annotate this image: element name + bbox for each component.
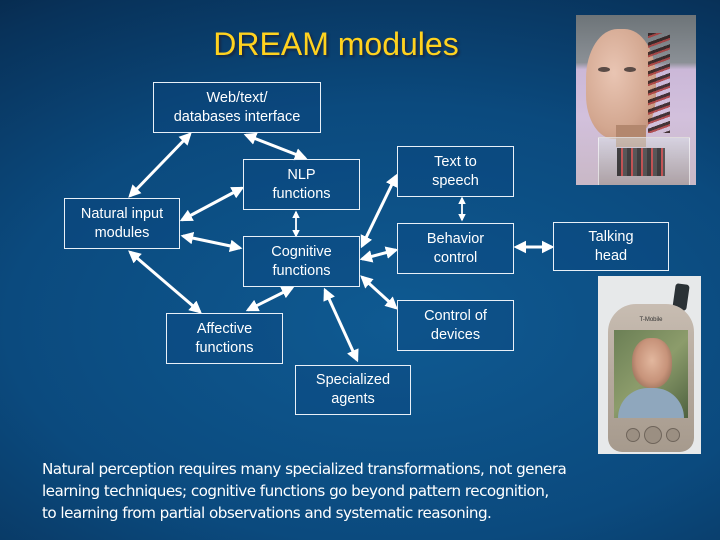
module-behavior-control: Behavior control: [397, 223, 514, 274]
caption-line: to learning from partial observations an…: [42, 504, 492, 522]
module-natural-input: Natural input modules: [64, 198, 180, 249]
module-label: Specialized: [315, 372, 391, 388]
module-web-text-databases: Web/text/ databases interface: [153, 82, 321, 133]
module-label: control: [433, 249, 478, 266]
pda-body: T-Mobile: [608, 304, 694, 452]
module-label: devices: [430, 326, 481, 343]
robot-base: [598, 137, 690, 185]
robot-eye: [624, 67, 636, 72]
arrow-cognitive-affective: [245, 286, 295, 312]
module-cognitive: Cognitive functions: [243, 236, 360, 287]
pda-button: [666, 428, 680, 442]
arrow-cognitive-tts: [360, 173, 398, 249]
robot-face: [586, 29, 656, 139]
module-label: Web/text/: [206, 89, 268, 106]
robot-head-photo: [576, 15, 696, 185]
module-label: speech: [432, 172, 479, 189]
robot-wires: [648, 33, 670, 133]
arrow-natural-input-nlp: [179, 186, 245, 222]
module-specialized-agents: Specialized agents: [295, 365, 411, 415]
module-label: functions: [195, 339, 254, 356]
caption-line: Natural perception requires many special…: [42, 460, 567, 478]
caption-line: learning techniques; cognitive functions…: [42, 482, 549, 500]
module-affective: Affective functions: [166, 313, 283, 364]
arrow-natural-input-cognitive: [180, 231, 243, 253]
slide-caption: Natural perception requires many special…: [42, 458, 662, 524]
arrow-natural-input-affective: [128, 250, 202, 314]
arrow-cognitive-specialized: [323, 287, 359, 363]
module-label: Text to: [434, 153, 477, 170]
pda-photo: T-Mobile: [598, 276, 701, 454]
pda-dpad: [644, 426, 662, 444]
module-label: Cognitive: [271, 243, 332, 260]
arrow-cognitive-devices: [360, 275, 398, 310]
person-face: [632, 338, 672, 388]
arrow-cognitive-behavior: [359, 246, 399, 263]
module-label: modules: [94, 224, 150, 241]
module-label: Behavior: [426, 230, 485, 247]
module-label: Talking: [588, 228, 634, 245]
person-shirt: [618, 388, 684, 418]
module-label: agents: [331, 391, 375, 407]
module-label: functions: [272, 262, 331, 279]
module-nlp: NLP functions: [243, 159, 360, 210]
module-control-of-devices: Control of devices: [397, 300, 514, 351]
module-talking-head: Talking head: [553, 222, 669, 271]
arrow-web-natural-input: [128, 132, 192, 198]
module-label: functions: [272, 185, 331, 202]
module-label: Natural input: [80, 205, 164, 222]
pda-screen: [614, 330, 688, 418]
arrow-web-nlp: [243, 132, 308, 161]
pda-brand: T-Mobile: [639, 317, 663, 323]
module-label: NLP: [287, 166, 316, 183]
module-label: Control of: [424, 307, 487, 324]
module-label: Affective: [196, 320, 253, 337]
module-label: head: [594, 247, 628, 264]
module-text-to-speech: Text to speech: [397, 146, 514, 197]
pda-button: [626, 428, 640, 442]
module-label: databases interface: [173, 108, 301, 125]
robot-eye: [598, 67, 610, 72]
